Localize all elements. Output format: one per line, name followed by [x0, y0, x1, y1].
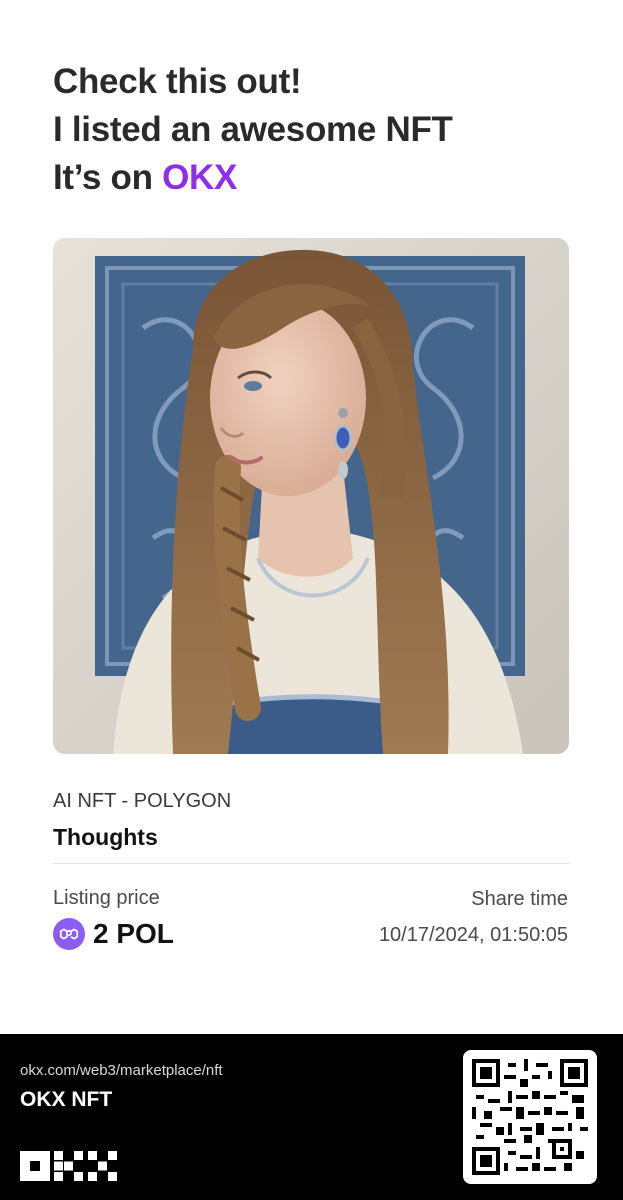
nft-name: Thoughts: [53, 824, 158, 850]
share-time-label: Share time: [471, 888, 568, 910]
headline-okx-accent: OKX: [162, 158, 238, 197]
footer-title: OKX NFT: [20, 1088, 113, 1111]
headline-line-1: Check this out!: [53, 62, 302, 101]
footer-url-link[interactable]: okx.com/web3/marketplace/nft: [20, 1062, 223, 1079]
okx-logo: [20, 1151, 120, 1186]
polygon-icon: [53, 918, 85, 950]
headline-line-3-prefix: It’s on: [53, 158, 163, 197]
collection-label: AI NFT - POLYGON: [53, 790, 232, 812]
qr-code[interactable]: [463, 1050, 597, 1184]
listing-price-label: Listing price: [53, 887, 160, 909]
listing-price: 2 POL: [53, 918, 174, 950]
share-time-value: 10/17/2024, 01:50:05: [378, 924, 568, 946]
price-value: 2 POL: [93, 918, 174, 949]
qr-code-pattern: [472, 1059, 588, 1175]
footer: okx.com/web3/marketplace/nft OKX NFT: [0, 1034, 623, 1200]
nft-artwork-image[interactable]: [53, 238, 569, 754]
divider: [53, 863, 570, 864]
headline-line-3: It’s on OKX: [53, 154, 593, 202]
headline-line-2: I listed an awesome NFT: [53, 110, 453, 149]
headline: Check this out! I listed an awesome NFT …: [53, 58, 593, 202]
nft-artwork-illustration: [53, 238, 569, 754]
